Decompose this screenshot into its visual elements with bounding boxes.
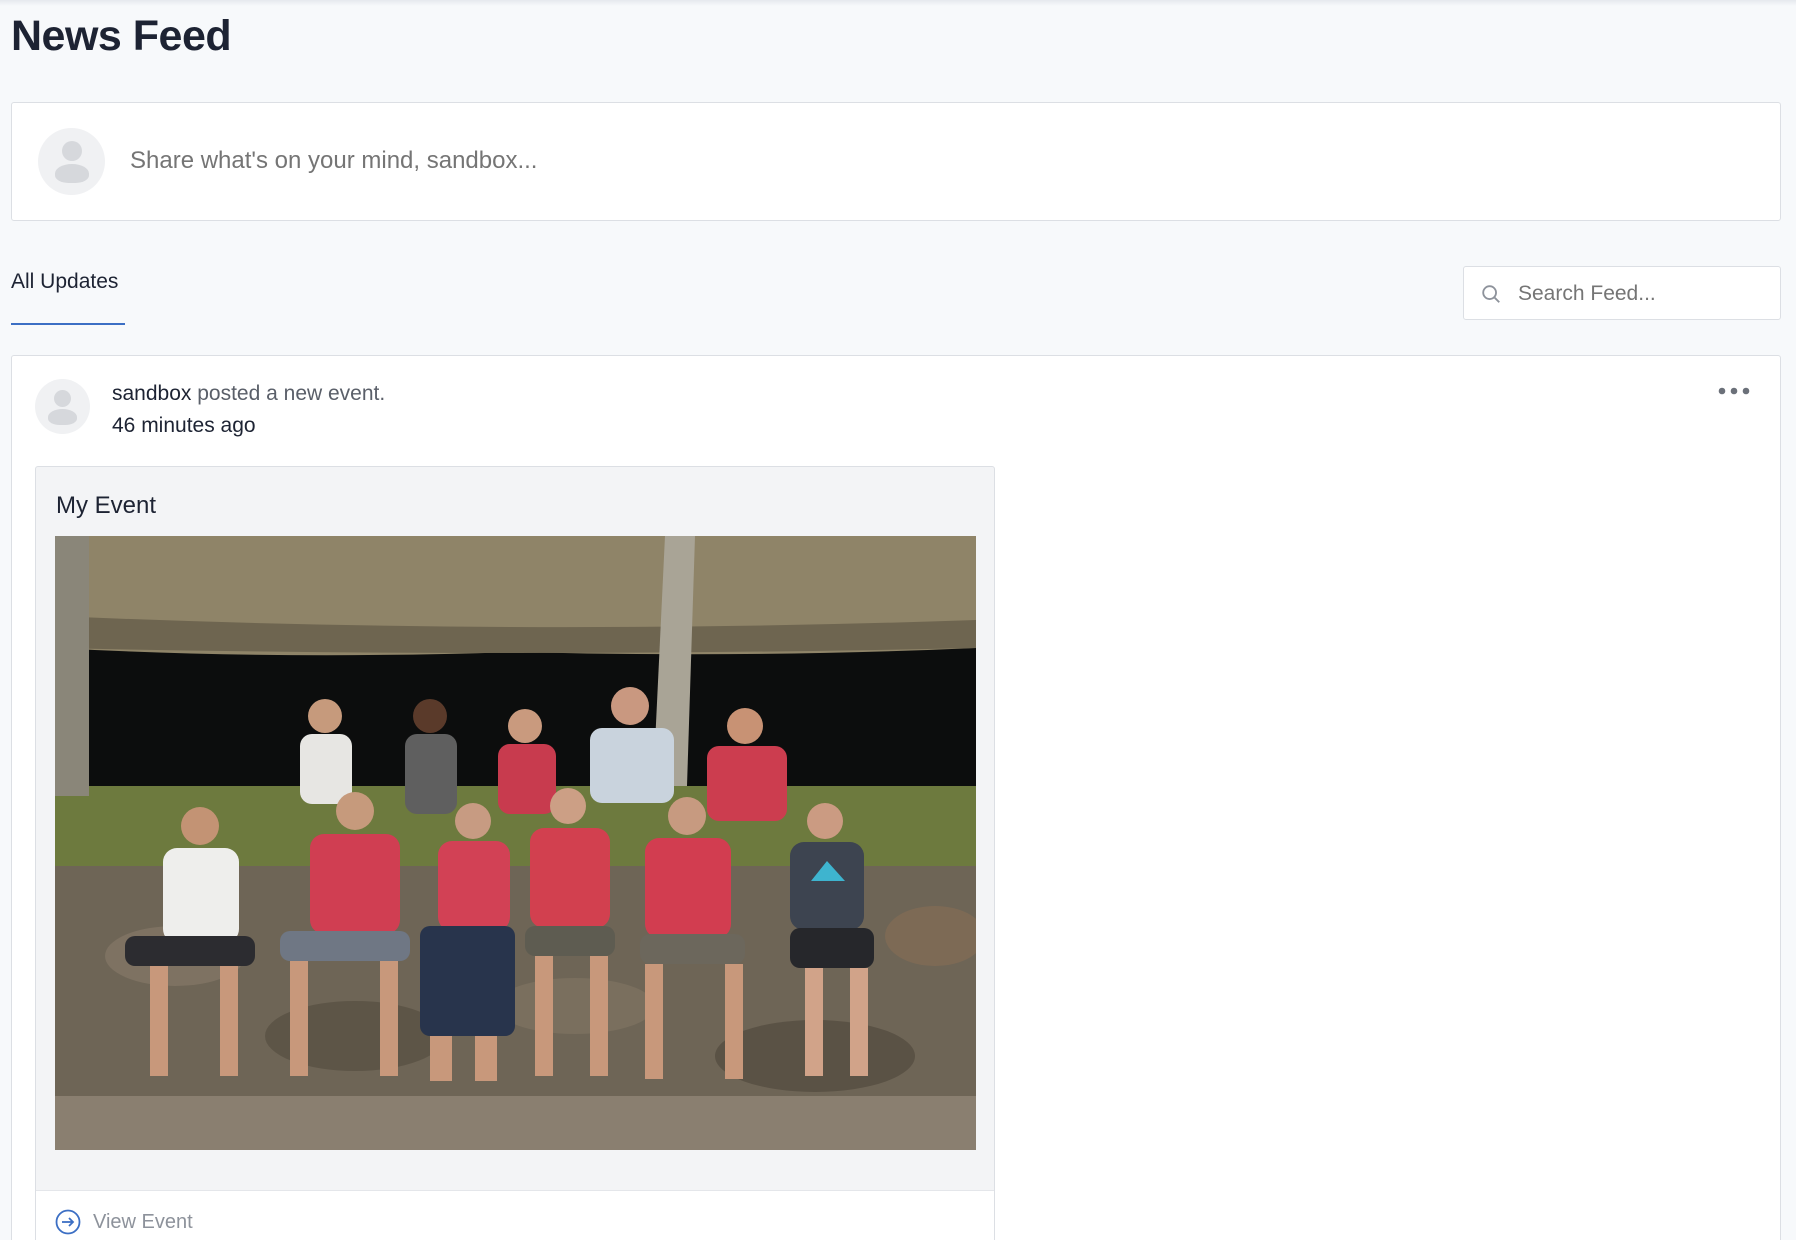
post-timestamp[interactable]: 46 minutes ago [112, 414, 256, 438]
page-title: News Feed [11, 12, 232, 60]
event-title[interactable]: My Event [56, 492, 156, 520]
post-action-text: posted a new event. [191, 382, 386, 405]
more-horizontal-icon[interactable] [1718, 386, 1750, 396]
search-feed[interactable] [1463, 266, 1781, 320]
tab-all-updates[interactable]: All Updates [11, 270, 118, 294]
search-icon [1482, 285, 1500, 303]
active-tab-indicator [11, 323, 125, 325]
event-photo[interactable] [55, 536, 976, 1150]
event-footer: View Event [36, 1190, 994, 1240]
user-avatar [38, 128, 105, 195]
post-header: sandbox posted a new event. [112, 382, 385, 406]
post-author-avatar[interactable] [35, 379, 90, 434]
arrow-right-circle-icon[interactable] [55, 1209, 81, 1235]
event-group-photo [55, 536, 976, 1150]
event-card: My Event View Event [35, 466, 995, 1240]
composer-input[interactable] [130, 147, 1730, 175]
post-composer[interactable] [11, 102, 1781, 221]
view-event-link[interactable]: View Event [93, 1211, 193, 1234]
search-input[interactable] [1518, 282, 1768, 306]
feed-post: sandbox posted a new event. 46 minutes a… [11, 355, 1781, 1240]
top-shadow [0, 0, 1796, 6]
post-author-link[interactable]: sandbox [112, 382, 191, 405]
